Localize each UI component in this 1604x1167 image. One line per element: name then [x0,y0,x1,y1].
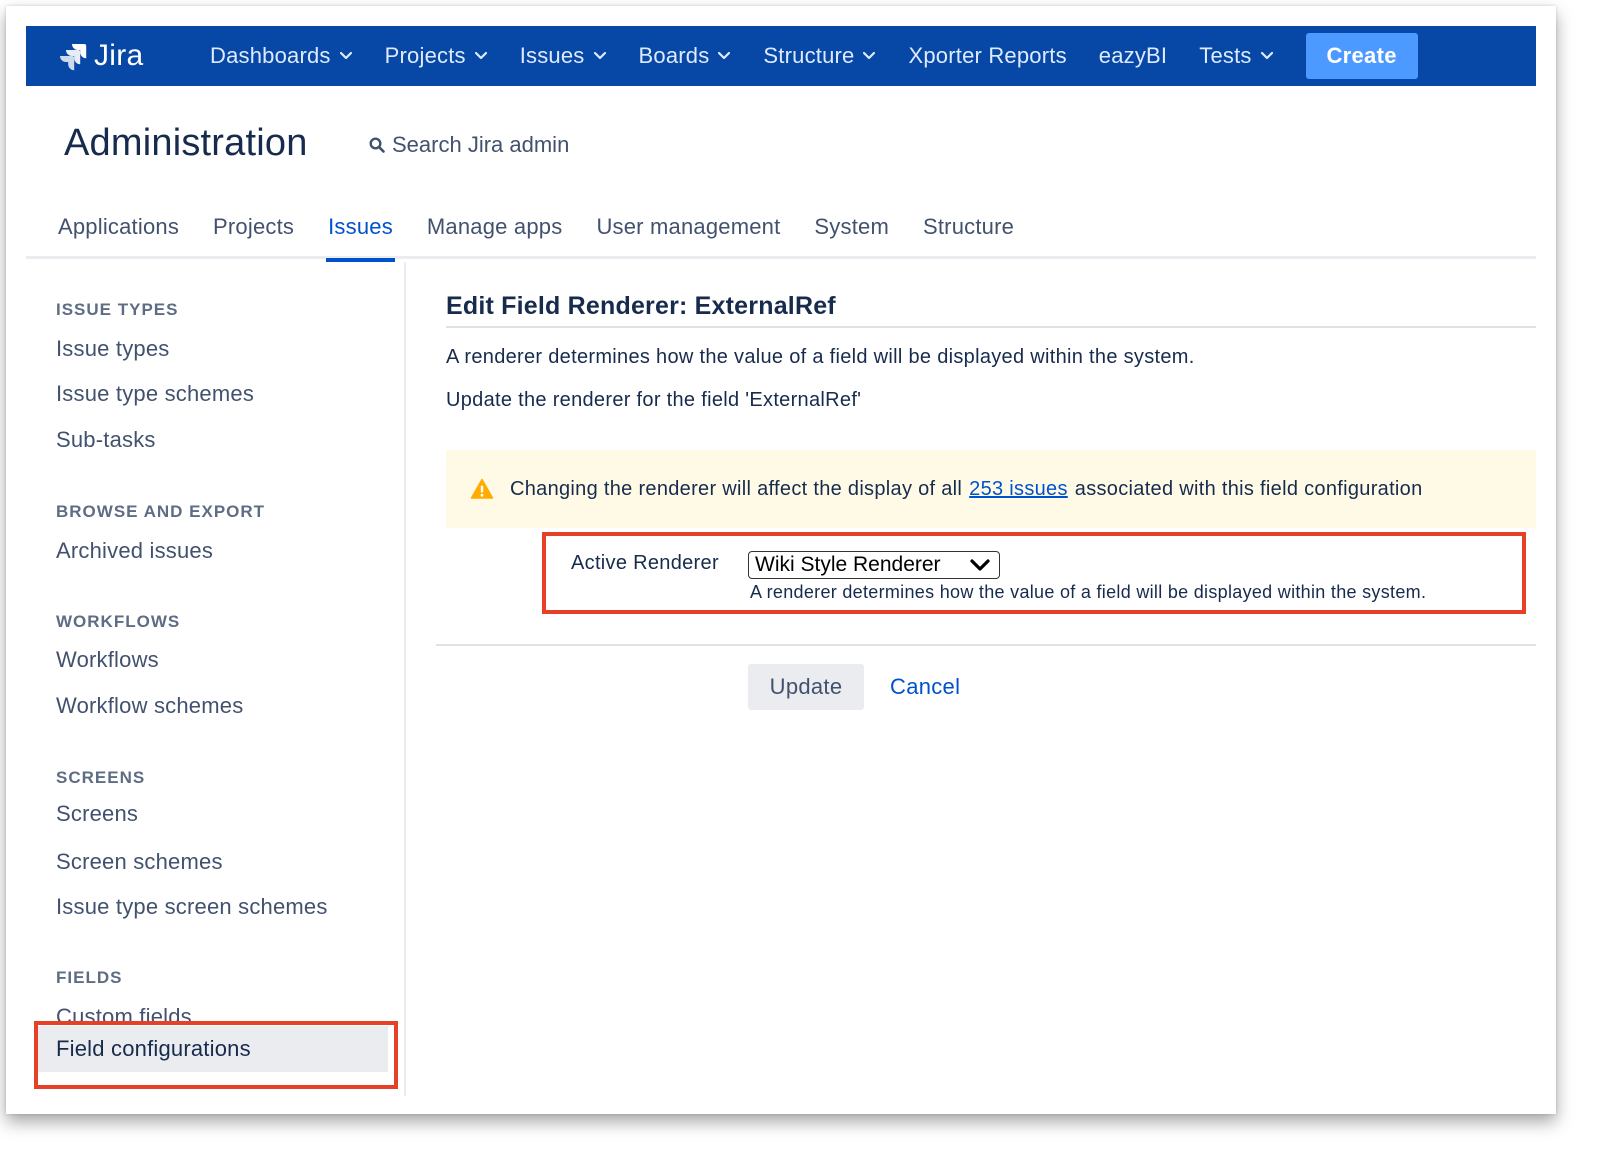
main-content: Edit Field Renderer: ExternalRef A rende… [436,262,1536,1096]
nav-structure[interactable]: Structure [763,43,876,69]
tab-projects[interactable]: Projects [211,206,296,259]
chevron-down-icon [339,51,352,60]
page-title: Administration [64,122,308,164]
update-instructions: Update the renderer for the field 'Exter… [446,389,862,411]
nav-dashboards[interactable]: Dashboards [210,43,353,69]
sidebar-item-archived-issues[interactable]: Archived issues [56,538,213,564]
edit-field-renderer-heading: Edit Field Renderer: ExternalRef [446,292,1536,328]
top-navigation-bar: Jira Dashboards Projects Issues Boards S… [26,26,1536,86]
search-icon [369,137,385,153]
admin-tabs: Applications Projects Issues Manage apps… [26,206,1536,262]
sidebar-heading-fields: FIELDS [56,968,123,987]
chevron-down-icon [718,51,731,60]
nav-projects[interactable]: Projects [385,43,488,69]
form-divider [436,644,1536,646]
sidebar-heading-issue-types: ISSUE TYPES [56,300,179,319]
affected-issues-link[interactable]: 253 issues [969,478,1068,501]
tab-applications[interactable]: Applications [56,206,181,259]
warning-icon [470,478,494,499]
sidebar-item-issue-types[interactable]: Issue types [56,336,169,362]
admin-sidebar: ISSUE TYPES Issue types Issue type schem… [26,262,406,1096]
active-renderer-label: Active Renderer [571,552,719,574]
jira-logo-icon [60,44,87,71]
main-nav: Dashboards Projects Issues Boards Struct… [210,26,1418,86]
nav-issues[interactable]: Issues [520,43,607,69]
nav-xporter-reports[interactable]: Xporter Reports [908,43,1066,69]
sidebar-item-workflows[interactable]: Workflows [56,647,159,673]
jira-window: Jira Dashboards Projects Issues Boards S… [26,26,1536,1096]
cancel-link[interactable]: Cancel [890,674,960,700]
tab-user-management[interactable]: User management [594,206,782,259]
nav-tests[interactable]: Tests [1199,43,1273,69]
sidebar-item-issue-type-schemes[interactable]: Issue type schemes [56,381,254,407]
sidebar-item-sub-tasks[interactable]: Sub-tasks [56,427,156,453]
active-renderer-select[interactable]: Wiki Style Renderer [748,551,1000,579]
jira-logo[interactable]: Jira [56,39,210,73]
sidebar-item-issue-type-screen-schemes[interactable]: Issue type screen schemes [56,894,328,920]
selected-renderer-value: Wiki Style Renderer [755,553,941,576]
tab-structure[interactable]: Structure [921,206,1016,259]
update-button[interactable]: Update [748,664,864,710]
warning-message: Changing the renderer will affect the di… [446,450,1536,528]
jira-logo-text: Jira [94,39,144,72]
sidebar-heading-workflows: WORKFLOWS [56,612,181,631]
warning-text-before: Changing the renderer will affect the di… [510,477,963,500]
renderer-description: A renderer determines how the value of a… [446,346,1195,368]
renderer-form-row: Active Renderer Wiki Style Renderer A re… [446,532,1536,624]
sidebar-heading-screens: SCREENS [56,768,146,787]
tab-issues[interactable]: Issues [326,206,395,262]
tab-manage-apps[interactable]: Manage apps [425,206,565,259]
chevron-down-icon [970,559,990,571]
sidebar-item-screen-schemes[interactable]: Screen schemes [56,849,223,875]
search-jira-admin[interactable]: Search Jira admin [368,132,569,158]
nav-boards[interactable]: Boards [639,43,732,69]
sidebar-item-workflow-schemes[interactable]: Workflow schemes [56,693,243,719]
chevron-down-icon [1260,51,1273,60]
warning-text-after: associated with this field configuration [1074,477,1423,500]
renderer-field-description: A renderer determines how the value of a… [750,582,1427,602]
sidebar-heading-browse-export: BROWSE AND EXPORT [56,502,266,521]
chevron-down-icon [863,51,876,60]
nav-eazybi[interactable]: eazyBI [1099,43,1167,69]
search-label: Search Jira admin [392,132,570,157]
sidebar-item-field-configurations[interactable]: Field configurations [38,1026,388,1072]
tab-system[interactable]: System [812,206,891,259]
sidebar-item-screens[interactable]: Screens [56,801,138,827]
create-button[interactable]: Create [1305,33,1418,79]
screenshot-frame: Jira Dashboards Projects Issues Boards S… [6,6,1556,1114]
chevron-down-icon [593,51,606,60]
chevron-down-icon [474,51,487,60]
